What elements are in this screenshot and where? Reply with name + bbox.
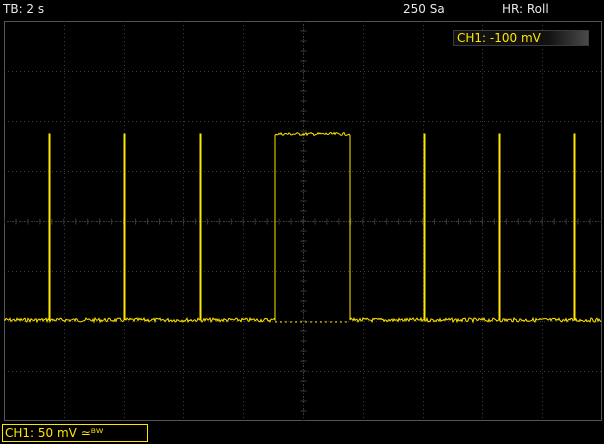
waveform-display[interactable] — [4, 21, 602, 421]
sample-rate-readout: 250 Sa — [403, 2, 445, 16]
timebase-readout[interactable]: TB: 2 s — [3, 2, 44, 17]
graticule — [4, 21, 602, 421]
channel-1-scale-button[interactable]: CH1: 50 mV ≃ᴮᵂ — [2, 424, 148, 442]
channel-bar: CH1: 50 mV ≃ᴮᵂ — [0, 424, 604, 444]
waveform-canvas — [4, 21, 602, 421]
channel-1-scale-label: CH1: 50 mV ≃ᴮᵂ — [5, 426, 104, 440]
acquisition-mode-readout[interactable]: HR: Roll — [502, 2, 549, 17]
channel-offset-label: CH1: -100 mV — [457, 31, 541, 45]
channel-offset-indicator[interactable]: CH1: -100 mV — [453, 30, 589, 46]
status-bar: TB: 2 s 250 Sa HR: Roll — [0, 0, 604, 20]
